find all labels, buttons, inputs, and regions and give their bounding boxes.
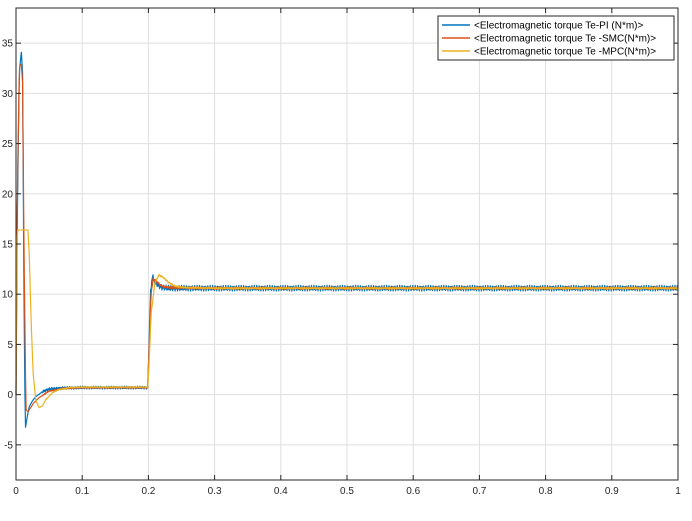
legend-label-1: <Electromagnetic torque Te-PI (N*m)> [474, 21, 643, 32]
x-tick-label: 1 [675, 486, 681, 497]
y-tick-label: 10 [2, 290, 14, 301]
x-tick-label: 0.7 [472, 486, 486, 497]
y-tick-label: 5 [7, 340, 13, 351]
y-tick-label: 30 [2, 89, 14, 100]
line-chart: 0 0.1 0.2 0.3 0.4 0.5 0.6 0.7 0.8 0.9 1 -5 0 5 10 15 20 2… [0, 0, 692, 516]
y-tick-label: -5 [4, 440, 13, 451]
y-tick-label: 20 [2, 189, 14, 200]
x-tick-label: 0.1 [75, 486, 89, 497]
x-tick-label: 0.9 [605, 486, 619, 497]
x-tick-label: 0.2 [141, 486, 155, 497]
x-tick-label: 0.6 [406, 486, 420, 497]
y-tick-label: 0 [7, 390, 13, 401]
x-tick-label: 0.3 [208, 486, 222, 497]
chart: 0 0.1 0.2 0.3 0.4 0.5 0.6 0.7 0.8 0.9 1 -5 0 5 10 15 20 2… [0, 0, 692, 516]
x-tick-label: 0 [13, 486, 19, 497]
chart-background [0, 0, 692, 516]
legend: <Electromagnetic torque Te-PI (N*m)> <Ele… [437, 15, 675, 61]
legend-label-3: <Electromagnetic torque Te -MPC(N*m)> [474, 47, 656, 58]
x-tick-label: 0.8 [539, 486, 553, 497]
y-tick-label: 25 [2, 139, 14, 150]
x-tick-label: 0.4 [274, 486, 288, 497]
y-tick-label: 15 [2, 240, 14, 251]
x-tick-label: 0.5 [340, 486, 354, 497]
y-tick-label: 35 [2, 39, 14, 50]
legend-label-2: <Electromagnetic torque Te -SMC(N*m)> [474, 34, 656, 45]
